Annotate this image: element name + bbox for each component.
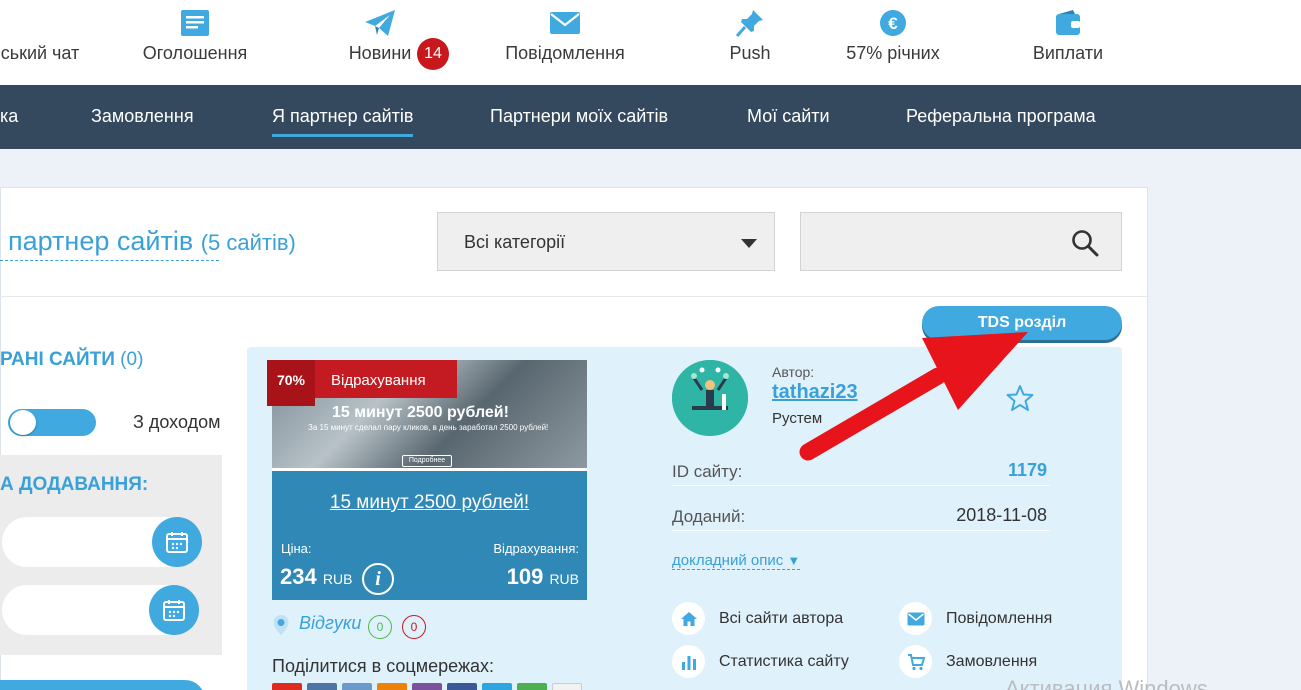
ok-share-button[interactable] xyxy=(377,683,407,690)
top-navigation: ський чат Оголошення Новини 14 Повідомле… xyxy=(0,0,1301,85)
secondary-navigation: ка Замовлення Я партнер сайтів Партнери … xyxy=(0,85,1301,149)
search-icon[interactable] xyxy=(1071,229,1099,257)
secnav-site-partner[interactable]: Я партнер сайтів xyxy=(272,106,414,137)
topnav-chat-label: ський чат xyxy=(0,43,80,63)
topnav-deposit-label: 57% річних xyxy=(846,43,940,63)
all-author-sites-label: Всі сайти автора xyxy=(719,610,844,627)
news-count-badge: 14 xyxy=(417,38,449,70)
date-added-row: Доданий: 2018-11-08 xyxy=(672,501,1049,531)
telegram-share-button[interactable] xyxy=(482,683,512,690)
secnav-partners-of-my-sites[interactable]: Партнери моїх сайтів xyxy=(490,106,668,127)
windows-activation-watermark: Активация Windows xyxy=(1005,676,1208,690)
topnav-push[interactable]: Push xyxy=(710,0,790,85)
date-added-value: 2018-11-08 xyxy=(956,505,1047,525)
apply-filter-button[interactable] xyxy=(0,680,205,690)
svg-text:€: € xyxy=(888,14,898,33)
topnav-push-label: Push xyxy=(729,43,771,63)
info-icon[interactable]: i xyxy=(362,563,394,595)
commission-currency: RUB xyxy=(549,571,579,587)
commission-value: 109 RUB xyxy=(507,564,579,590)
topnav-chat[interactable]: ський чат xyxy=(0,0,100,85)
site-count: (5 сайтів) xyxy=(200,230,296,255)
envelope-icon xyxy=(549,8,581,38)
topnav-announcements[interactable]: Оголошення xyxy=(130,0,260,85)
mail-share-button[interactable] xyxy=(342,683,372,690)
cart-icon xyxy=(899,645,932,678)
chevron-down-icon: ▼ xyxy=(787,553,801,568)
date-added-heading: А ДОДАВАННЯ: xyxy=(0,474,149,495)
price-currency: RUB xyxy=(322,571,353,587)
red-arrow-annotation xyxy=(799,332,1028,461)
favorites-count: (0) xyxy=(120,349,144,370)
category-select[interactable]: Всі категорії xyxy=(437,212,775,271)
favorites-heading-text: РАНІ САЙТИ xyxy=(0,349,115,370)
site-id-label: ID сайту: xyxy=(672,462,743,481)
envelope-icon xyxy=(899,602,932,635)
positive-reviews-count: 0 xyxy=(368,615,392,639)
secnav-item-0[interactable]: ка xyxy=(0,106,18,127)
euro-coins-icon: € xyxy=(877,8,909,38)
date-added-label: Доданий: xyxy=(672,507,746,526)
topnav-announcements-label: Оголошення xyxy=(142,43,248,63)
orders-label: Замовлення xyxy=(946,653,1038,670)
home-icon xyxy=(672,602,705,635)
more-share-button[interactable] xyxy=(552,683,582,690)
search-input[interactable] xyxy=(800,212,1122,271)
toggle-knob xyxy=(10,410,36,435)
pin-icon xyxy=(734,8,766,38)
vk-share-button[interactable] xyxy=(307,683,337,690)
income-toggle[interactable] xyxy=(8,409,96,436)
topnav-news[interactable]: Новини xyxy=(330,0,430,85)
category-select-value: Всі категорії xyxy=(464,232,566,252)
wallet-icon xyxy=(1052,8,1084,38)
header-divider xyxy=(0,296,1147,297)
banner-headline: 15 минут 2500 рублей! xyxy=(332,404,509,421)
site-stats-label: Статистика сайту xyxy=(719,653,849,670)
commission-ribbon: 70% Відрахування xyxy=(267,360,457,406)
detailed-description-text: докладний опис xyxy=(672,552,784,569)
secnav-my-sites[interactable]: Мої сайти xyxy=(747,106,830,127)
favorites-heading: РАНІ САЙТИ (0) xyxy=(0,349,143,371)
commission-amount: 109 xyxy=(506,564,544,589)
topnav-messages-label: Повідомлення xyxy=(505,43,625,63)
price-value: 234 RUB xyxy=(280,564,352,590)
negative-reviews-count: 0 xyxy=(402,615,426,639)
share-label: Поділитися в соцмережах: xyxy=(272,656,495,676)
topnav-news-label: Новини xyxy=(348,43,412,63)
map-pin-icon xyxy=(272,614,290,635)
secnav-orders[interactable]: Замовлення xyxy=(91,106,194,127)
title-underline xyxy=(0,260,219,261)
ribbon-percent: 70% xyxy=(267,360,315,406)
secnav-referral-program[interactable]: Реферальна програма xyxy=(906,106,1096,127)
message-author-label: Повідомлення xyxy=(946,610,1053,627)
site-title-link[interactable]: 15 минут 2500 рублей! xyxy=(272,492,587,514)
youtube-share-button[interactable] xyxy=(272,683,302,690)
topnav-messages[interactable]: Повідомлення xyxy=(495,0,635,85)
commission-label: Відрахування: xyxy=(493,541,579,556)
ribbon-label: Відрахування xyxy=(331,372,426,389)
topnav-payouts-label: Виплати xyxy=(1032,43,1104,63)
chevron-down-icon xyxy=(741,239,757,248)
paper-plane-icon xyxy=(364,8,396,38)
calendar-icon[interactable] xyxy=(149,585,199,635)
whatsapp-share-button[interactable] xyxy=(517,683,547,690)
topnav-deposit[interactable]: € 57% річних xyxy=(830,0,956,85)
facebook-share-button[interactable] xyxy=(447,683,477,690)
page-title: партнер сайтів (5 сайтів) xyxy=(8,226,296,257)
banner-button: Подробнее xyxy=(402,455,452,467)
banner-subline: За 15 минут сделал пару кликов, в день з… xyxy=(308,423,549,432)
notes-icon xyxy=(179,8,211,38)
page-title-text: партнер сайтів xyxy=(8,226,194,256)
price-amount: 234 xyxy=(280,564,317,589)
reviews-link[interactable]: Відгуки xyxy=(299,613,361,634)
detailed-description-link[interactable]: докладний опис ▼ xyxy=(672,552,801,570)
avatar[interactable] xyxy=(672,360,748,436)
price-label: Ціна: xyxy=(281,541,312,556)
topnav-payouts[interactable]: Виплати xyxy=(1020,0,1116,85)
calendar-icon[interactable] xyxy=(152,517,202,567)
income-toggle-label: З доходом xyxy=(133,412,221,432)
bar-chart-icon xyxy=(672,645,705,678)
viber-share-button[interactable] xyxy=(412,683,442,690)
